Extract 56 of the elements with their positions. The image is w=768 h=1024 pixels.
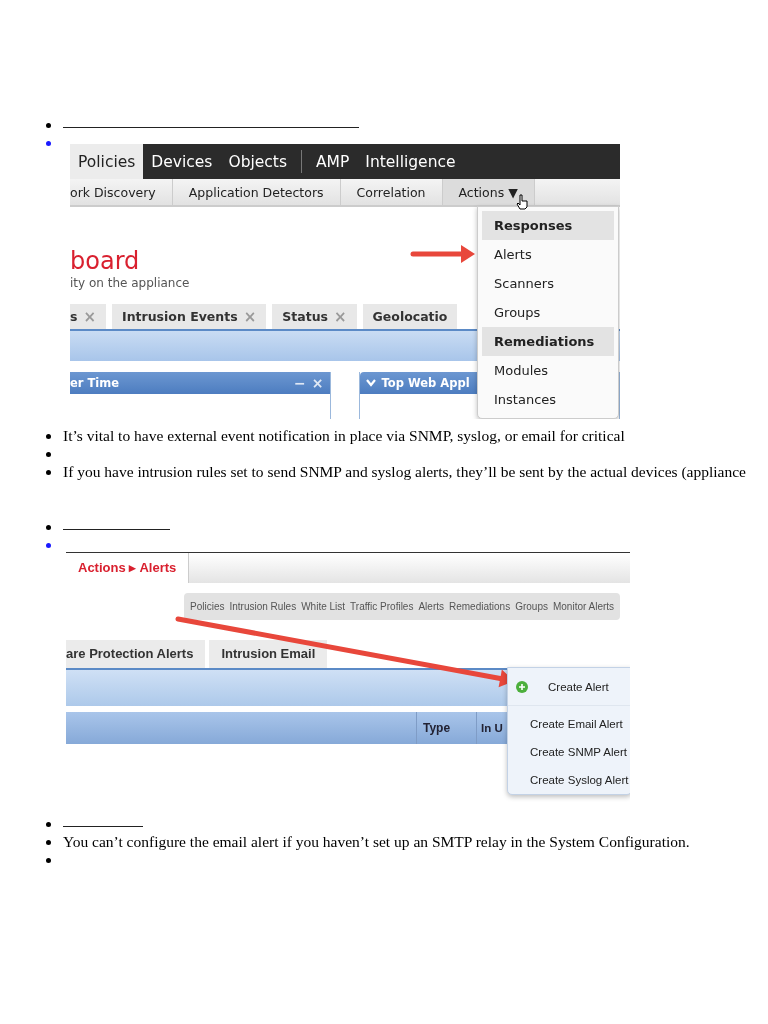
bullet-icon <box>46 123 51 128</box>
dashboard-tab[interactable]: s × <box>70 304 107 329</box>
arrow <box>410 245 475 263</box>
menu-heading: Responses <box>482 211 614 240</box>
menu-item[interactable]: Alerts <box>482 240 614 269</box>
sub-menu-item[interactable]: Remediations <box>449 601 511 612</box>
bullet-icon <box>46 525 51 530</box>
bullet-icon <box>46 543 51 548</box>
sub-menu-item[interactable]: Groups <box>515 601 548 612</box>
bullet-icon <box>46 858 51 863</box>
menu-item[interactable]: Modules <box>482 356 614 385</box>
sub-menu-item[interactable]: White List <box>301 601 346 612</box>
menu-item[interactable]: Create SNMP Alert <box>508 738 630 766</box>
menu-item[interactable]: Create Syslog Alert <box>508 766 630 794</box>
menu-item[interactable]: Create Email Alert <box>508 710 630 738</box>
paragraph: It’s vital to have external event notification in place via SNMP, syslog, or email for critical <box>63 427 625 445</box>
menu-heading: Remediations <box>482 327 614 356</box>
bullet-icon <box>46 840 51 845</box>
bullet-icon <box>46 822 51 827</box>
page-title: board <box>70 247 140 275</box>
page-subtitle: ity on the appliance <box>70 275 190 291</box>
sub-menu-item[interactable]: Actions ▼ <box>442 179 535 205</box>
widget-title: Top Web Appl <box>381 375 470 392</box>
menu-tab[interactable]: Devices <box>143 144 221 179</box>
sub-menu-item[interactable]: Correlation <box>340 179 443 205</box>
chevron-icon[interactable] <box>365 379 376 387</box>
column-header[interactable]: Type <box>416 712 476 744</box>
dashboard-tab[interactable]: Geolocatio <box>362 304 458 329</box>
sub-menu-item[interactable]: Traffic Profiles <box>350 601 414 612</box>
dashboard-tab[interactable]: Status × <box>272 304 357 329</box>
sub-menu-item[interactable]: Intrusion Rules <box>229 601 297 612</box>
widget-title: er Time <box>70 375 120 392</box>
paragraph: You can’t configure the email alert if you haven’t set up an SMTP relay in the System Configuration. <box>63 833 690 851</box>
menu-tab[interactable]: Intelligence <box>357 144 464 179</box>
alerts-tab[interactable]: are Protection Alerts <box>66 640 206 668</box>
menu-item[interactable]: Instances <box>482 385 614 414</box>
plus-icon <box>516 680 528 693</box>
bullet-icon <box>46 141 51 146</box>
menu-item[interactable]: Scanners <box>482 269 614 298</box>
menu-item[interactable]: Groups <box>482 298 614 327</box>
sub-menu-item[interactable]: Alerts <box>418 601 444 612</box>
sub-menu-item[interactable]: Policies <box>190 601 225 612</box>
menu-tab[interactable]: Objects <box>220 144 295 179</box>
sub-menu-item[interactable]: ork Discovery <box>70 179 173 205</box>
bullet-icon <box>46 470 51 475</box>
menu-tab[interactable]: AMP <box>308 144 358 179</box>
bullet-icon <box>46 434 51 439</box>
paragraph: If you have intrusion rules set to send SNMP and syslog alerts, they’ll be sent by the actual devices (appliance <box>63 463 746 481</box>
create-alert-button[interactable]: Create Alert <box>508 668 630 706</box>
dashboard-tab[interactable]: Intrusion Events × <box>112 304 267 329</box>
bullet-icon <box>46 452 51 457</box>
sub-menu-item[interactable]: Monitor Alerts <box>552 601 615 612</box>
alerts-tab[interactable]: Intrusion Email <box>209 640 328 668</box>
breadcrumb-tab[interactable]: Actions ▸ Alerts <box>66 553 190 583</box>
sub-menu-item[interactable]: Application Detectors <box>172 179 341 205</box>
menu-tab[interactable]: Policies <box>70 144 144 179</box>
